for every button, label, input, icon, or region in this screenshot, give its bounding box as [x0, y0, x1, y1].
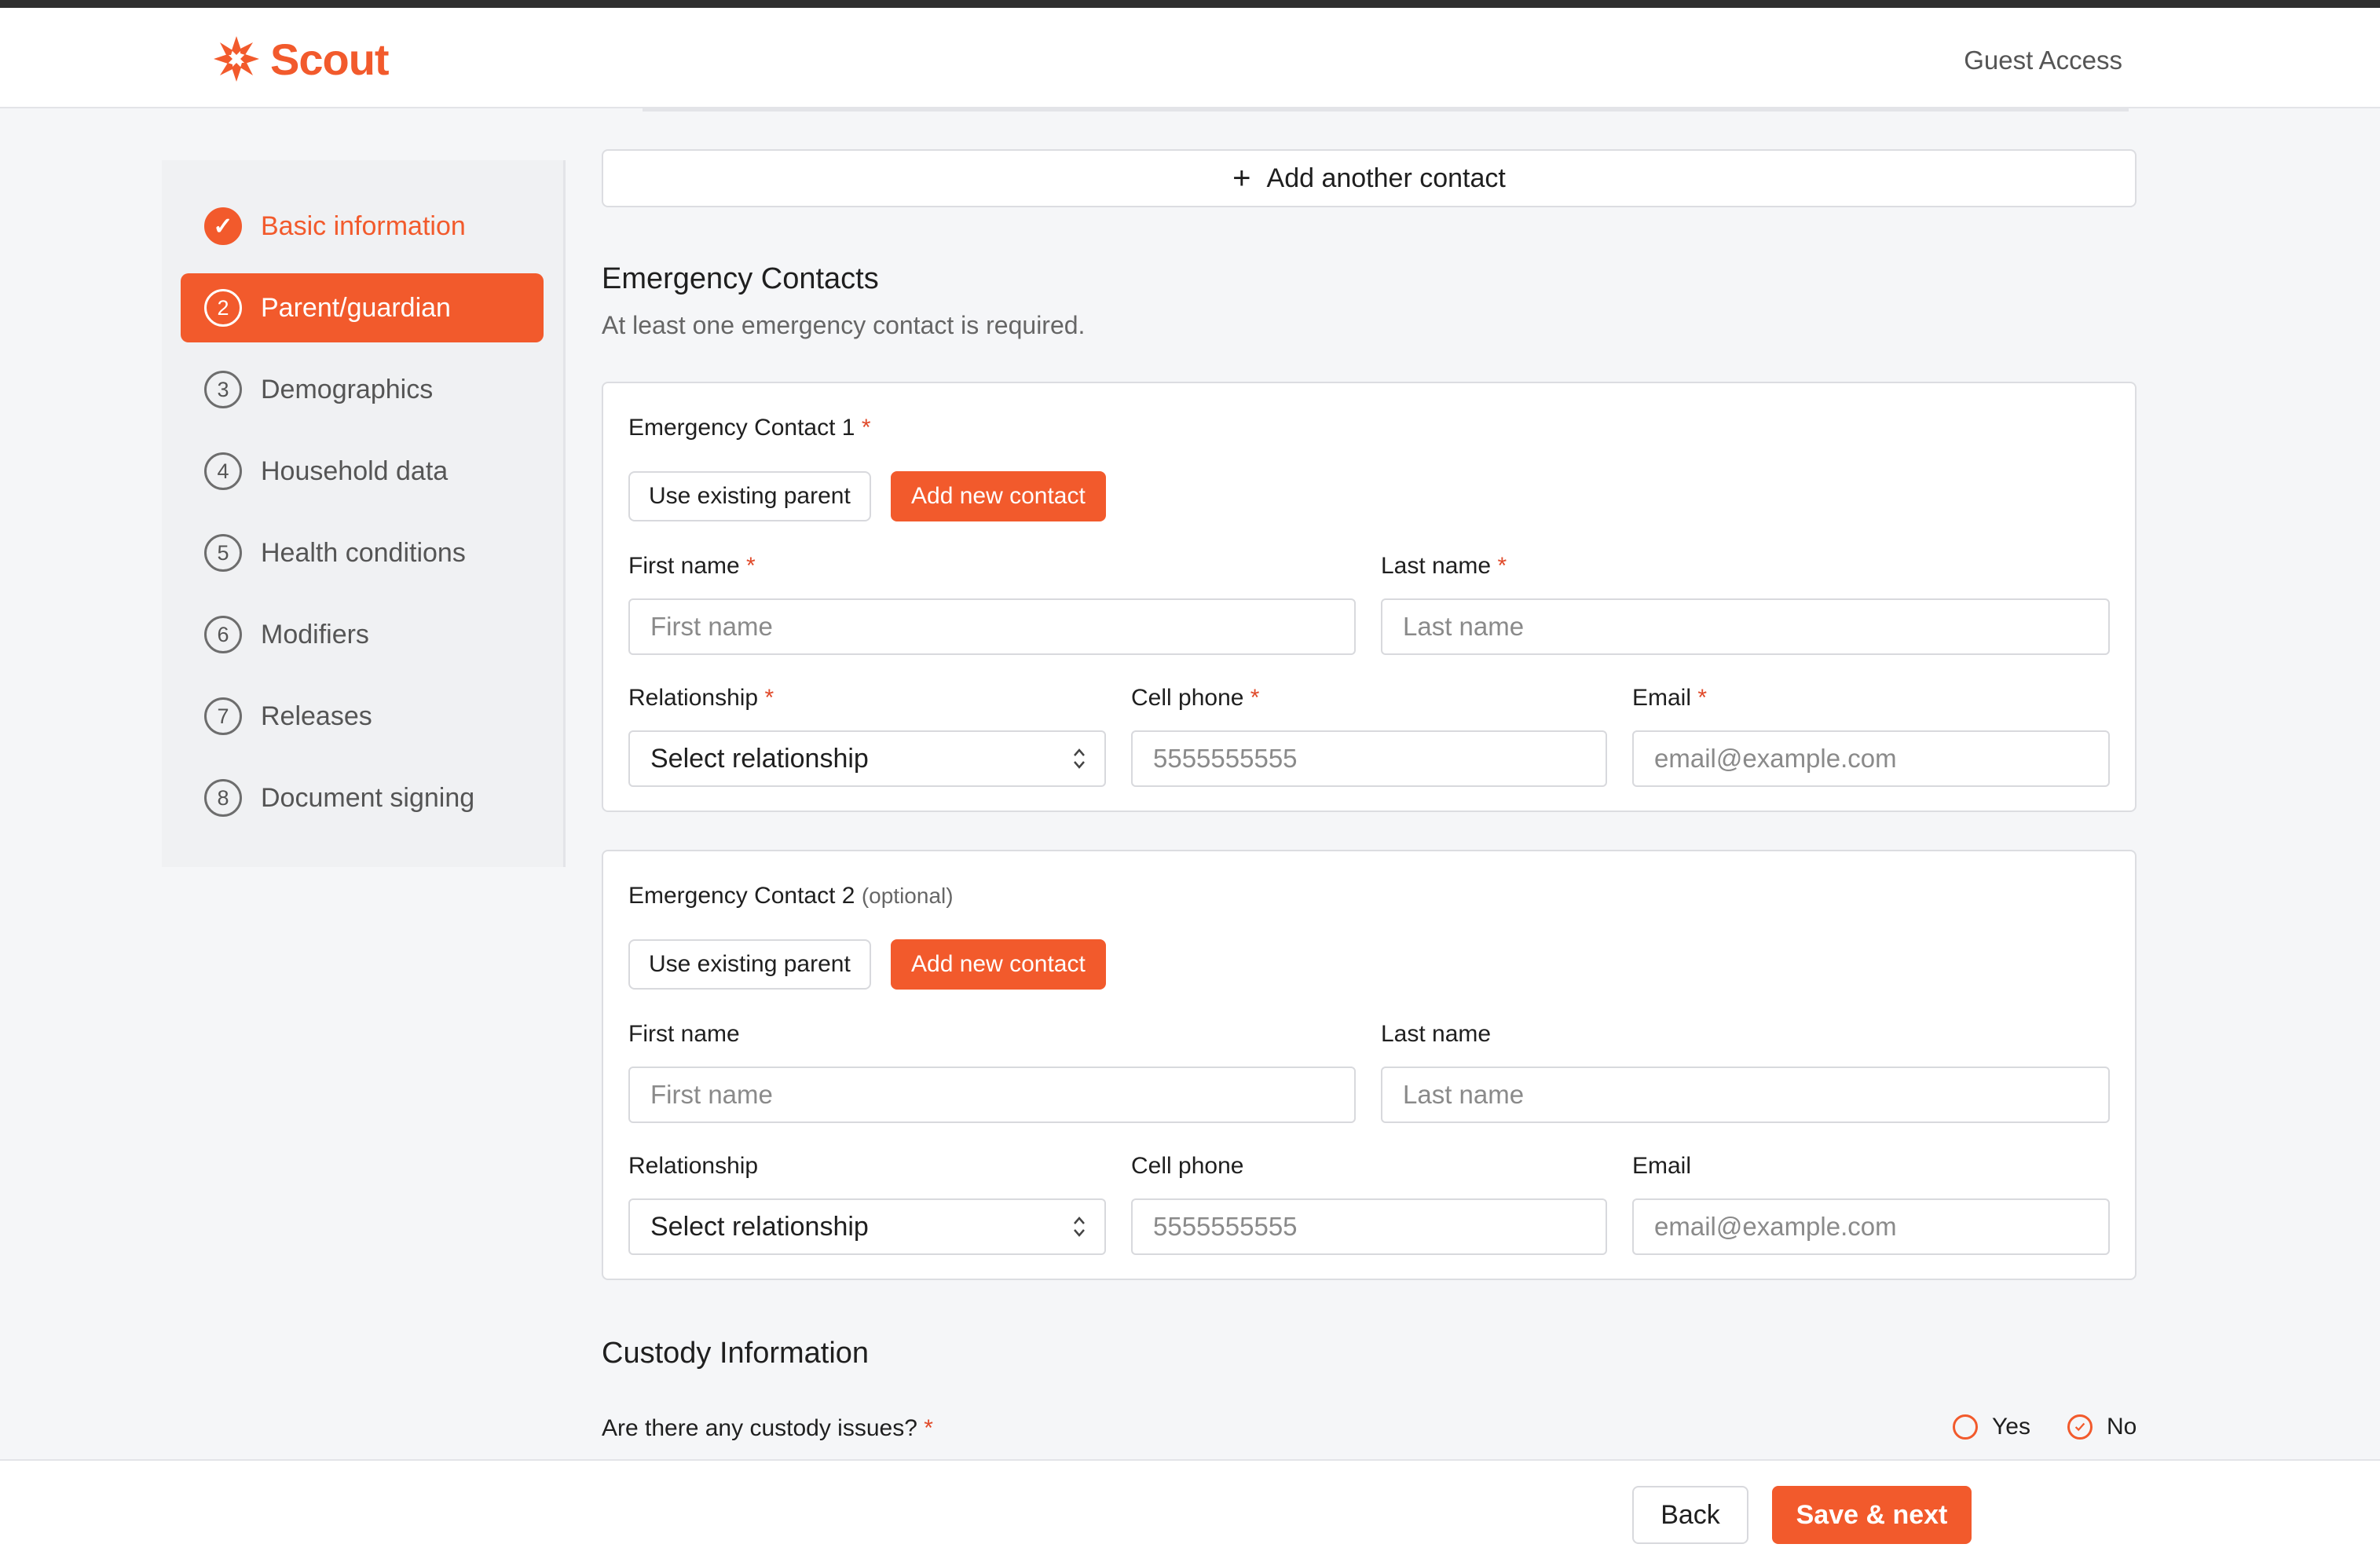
step-label: Modifiers	[261, 619, 369, 649]
option-label: No	[2107, 1414, 2137, 1440]
step-number: 4	[204, 452, 242, 490]
email-label: Email *	[1632, 685, 1707, 712]
chevron-up-down-icon	[1074, 1217, 1085, 1237]
required-mark: *	[746, 553, 756, 579]
relationship-label: Relationship	[628, 1153, 759, 1179]
card-title-text: Emergency Contact 2	[628, 883, 855, 909]
add-another-contact-label: Add another contact	[1266, 163, 1506, 193]
custody-question: Are there any custody issues? *	[602, 1415, 933, 1442]
back-button[interactable]: Back	[1632, 1486, 1748, 1544]
step-label: Releases	[261, 701, 372, 731]
add-new-contact-button[interactable]: Add new contact	[891, 471, 1106, 521]
radio-circle[interactable]	[1953, 1414, 1978, 1440]
header: Scout Guest Access	[0, 8, 2380, 108]
emergency-contact-2-card: Emergency Contact 2 (optional) Use exist…	[602, 850, 2137, 1280]
add-new-contact-button[interactable]: Add new contact	[891, 939, 1106, 990]
add-another-contact-button[interactable]: + Add another contact	[602, 149, 2137, 207]
step-label: Health conditions	[261, 537, 466, 568]
emergency-contact-1-card: Emergency Contact 1 * Use existing paren…	[602, 382, 2137, 812]
relationship-select[interactable]: Select relationship	[628, 1198, 1106, 1255]
use-existing-parent-button[interactable]: Use existing parent	[628, 471, 871, 521]
label-text: Cell phone	[1131, 685, 1244, 711]
step-label: Basic information	[261, 210, 466, 241]
radio-checked-icon[interactable]	[2067, 1414, 2093, 1440]
step-number: 2	[204, 289, 242, 327]
step-releases[interactable]: 7 Releases	[181, 682, 544, 751]
last-name-input[interactable]	[1381, 1067, 2110, 1123]
required-mark: *	[764, 685, 774, 711]
footer-bar: Back Save & next	[0, 1459, 2380, 1566]
custody-no-option[interactable]: No	[2067, 1414, 2137, 1440]
emergency-contacts-title: Emergency Contacts	[602, 262, 879, 295]
step-number: 8	[204, 779, 242, 817]
guest-access-label: Guest Access	[1964, 46, 2122, 75]
select-value: Select relationship	[650, 1211, 869, 1242]
relationship-select[interactable]: Select relationship	[628, 730, 1106, 787]
last-name-input[interactable]	[1381, 598, 2110, 655]
step-label: Parent/guardian	[261, 292, 451, 323]
check-icon: ✓	[204, 207, 242, 245]
chevron-up-down-icon	[1074, 748, 1085, 769]
use-existing-parent-button[interactable]: Use existing parent	[628, 939, 871, 990]
step-number: 3	[204, 371, 242, 408]
step-parent-guardian[interactable]: 2 Parent/guardian	[181, 273, 544, 342]
scout-logo-icon	[214, 36, 259, 82]
section-divider	[643, 108, 2129, 112]
label-text: Email	[1632, 685, 1692, 711]
cell-phone-input[interactable]	[1131, 730, 1607, 787]
step-label: Household data	[261, 456, 449, 486]
required-mark: *	[1497, 553, 1507, 579]
step-document-signing[interactable]: 8 Document signing	[181, 763, 544, 832]
card-title: Emergency Contact 1 *	[628, 415, 871, 441]
cell-phone-label: Cell phone	[1131, 1153, 1244, 1179]
option-label: Yes	[1992, 1414, 2030, 1440]
step-number: 6	[204, 616, 242, 653]
card-title-text: Emergency Contact 1	[628, 415, 855, 441]
step-basic-information[interactable]: ✓ Basic information	[181, 192, 544, 261]
cell-phone-label: Cell phone *	[1131, 685, 1259, 712]
emergency-contacts-subtitle: At least one emergency contact is requir…	[602, 311, 1086, 339]
email-label: Email	[1632, 1153, 1692, 1179]
first-name-label: First name *	[628, 553, 756, 580]
cell-phone-input[interactable]	[1131, 1198, 1607, 1255]
step-label: Document signing	[261, 782, 475, 813]
optional-label: (optional)	[861, 884, 954, 908]
custody-yes-option[interactable]: Yes	[1953, 1414, 2030, 1440]
required-mark: *	[1250, 685, 1260, 711]
label-text: First name	[628, 553, 740, 579]
steps-sidebar: ✓ Basic information 2 Parent/guardian 3 …	[162, 160, 566, 867]
step-label: Demographics	[261, 374, 434, 404]
step-number: 5	[204, 534, 242, 572]
first-name-input[interactable]	[628, 598, 1356, 655]
plus-icon: +	[1232, 160, 1251, 196]
step-health-conditions[interactable]: 5 Health conditions	[181, 518, 544, 587]
label-text: Last name	[1381, 553, 1492, 579]
top-strip	[0, 0, 2380, 8]
last-name-label: Last name *	[1381, 553, 1507, 580]
first-name-label: First name	[628, 1021, 740, 1047]
first-name-input[interactable]	[628, 1067, 1356, 1123]
email-input[interactable]	[1632, 1198, 2110, 1255]
step-demographics[interactable]: 3 Demographics	[181, 355, 544, 424]
step-household-data[interactable]: 4 Household data	[181, 437, 544, 506]
relationship-label: Relationship *	[628, 685, 774, 712]
question-text: Are there any custody issues?	[602, 1415, 917, 1441]
last-name-label: Last name	[1381, 1021, 1492, 1047]
logo-text: Scout	[270, 34, 390, 84]
email-input[interactable]	[1632, 730, 2110, 787]
custody-title: Custody Information	[602, 1337, 870, 1370]
save-next-button[interactable]: Save & next	[1772, 1486, 1972, 1544]
select-value: Select relationship	[650, 743, 869, 774]
required-mark: *	[924, 1415, 933, 1441]
card-title: Emergency Contact 2 (optional)	[628, 883, 954, 909]
logo[interactable]: Scout	[211, 31, 390, 86]
required-mark: *	[1697, 685, 1708, 711]
label-text: Relationship	[628, 685, 759, 711]
step-modifiers[interactable]: 6 Modifiers	[181, 600, 544, 669]
required-mark: *	[861, 415, 871, 441]
step-number: 7	[204, 697, 242, 735]
